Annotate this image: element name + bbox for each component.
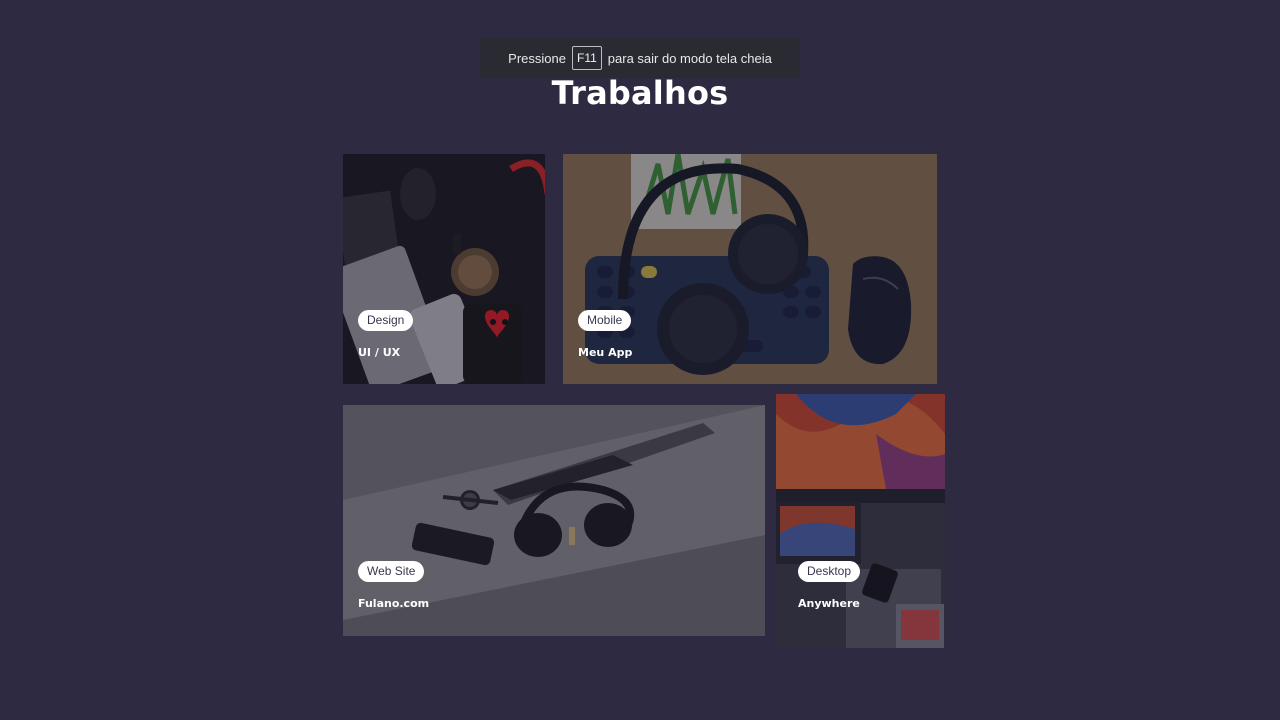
project-title: Meu App bbox=[578, 346, 633, 359]
fullscreen-notice-suffix: para sair do modo tela cheia bbox=[607, 50, 772, 66]
tag-badge: Design bbox=[358, 310, 414, 331]
project-title: Anywhere bbox=[798, 597, 860, 610]
project-title: Fulano.com bbox=[358, 597, 430, 610]
project-title: UI / UX bbox=[358, 346, 401, 359]
tag-badge: Web Site bbox=[358, 561, 425, 582]
project-card-web-site[interactable]: Web Site Fulano.com bbox=[343, 405, 765, 636]
project-card-mobile[interactable]: Mobile Meu App bbox=[563, 154, 937, 384]
fullscreen-notice-prefix: Pressione bbox=[508, 50, 566, 66]
f11-key-badge: F11 bbox=[571, 46, 602, 70]
tag-badge: Mobile bbox=[578, 310, 632, 331]
project-card-desktop[interactable]: Desktop Anywhere bbox=[776, 394, 945, 648]
project-card-design[interactable]: Design UI / UX bbox=[343, 154, 545, 384]
fullscreen-exit-notice: Pressione F11 para sair do modo tela che… bbox=[480, 38, 800, 78]
tag-badge: Desktop bbox=[798, 561, 861, 582]
page-title: Trabalhos bbox=[551, 74, 729, 112]
